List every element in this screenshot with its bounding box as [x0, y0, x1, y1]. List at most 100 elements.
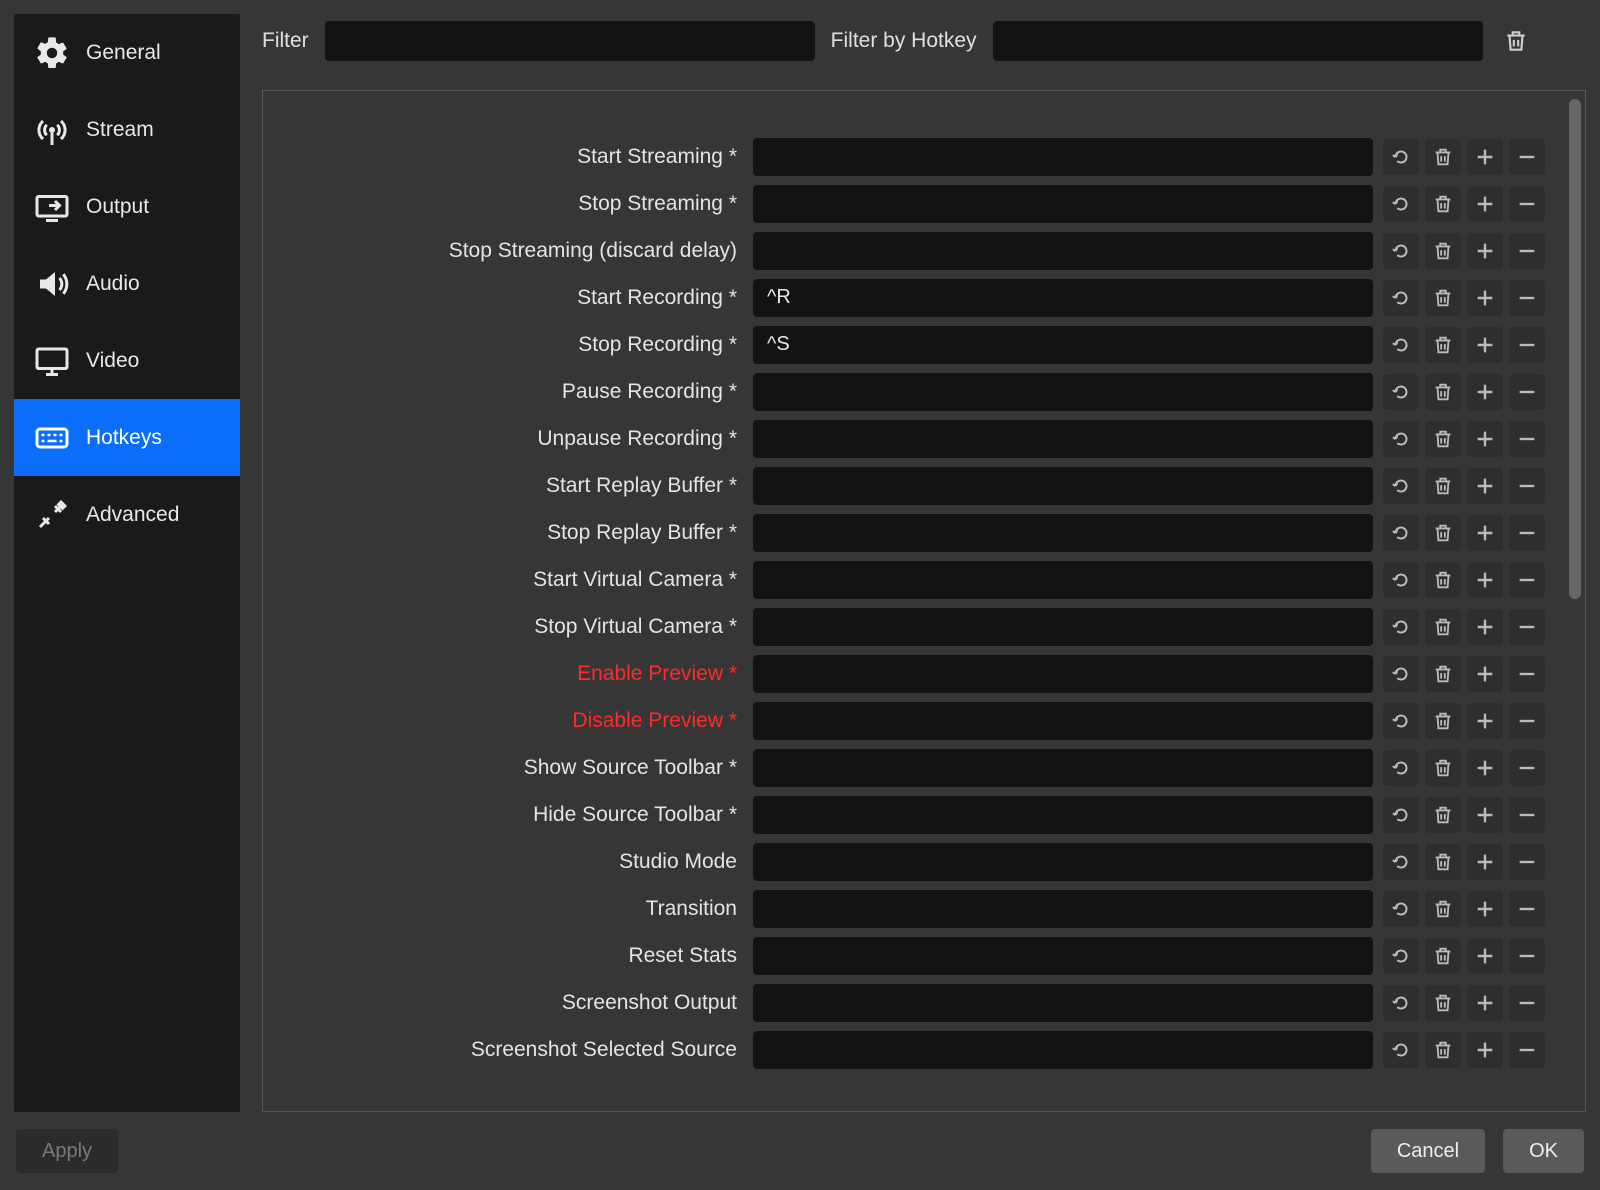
- filter-input[interactable]: [325, 21, 815, 61]
- hotkey-undo-button[interactable]: [1383, 515, 1419, 551]
- hotkey-undo-button[interactable]: [1383, 609, 1419, 645]
- hotkey-input[interactable]: [753, 937, 1373, 975]
- filter-by-hotkey-input[interactable]: [993, 21, 1483, 61]
- hotkey-undo-button[interactable]: [1383, 703, 1419, 739]
- sidebar-item-video[interactable]: Video: [14, 322, 240, 399]
- hotkey-undo-button[interactable]: [1383, 656, 1419, 692]
- cancel-button[interactable]: Cancel: [1371, 1129, 1485, 1173]
- hotkey-remove-button[interactable]: [1509, 327, 1545, 363]
- sidebar-item-output[interactable]: Output: [14, 168, 240, 245]
- hotkey-remove-button[interactable]: [1509, 609, 1545, 645]
- hotkey-input[interactable]: [753, 749, 1373, 787]
- hotkey-add-button[interactable]: [1467, 139, 1503, 175]
- hotkey-undo-button[interactable]: [1383, 891, 1419, 927]
- ok-button[interactable]: OK: [1503, 1129, 1584, 1173]
- hotkey-add-button[interactable]: [1467, 750, 1503, 786]
- hotkey-input[interactable]: [753, 185, 1373, 223]
- hotkey-clear-button[interactable]: [1425, 280, 1461, 316]
- hotkey-add-button[interactable]: [1467, 421, 1503, 457]
- hotkey-add-button[interactable]: [1467, 656, 1503, 692]
- hotkey-clear-button[interactable]: [1425, 421, 1461, 457]
- sidebar-item-advanced[interactable]: Advanced: [14, 476, 240, 553]
- hotkey-clear-button[interactable]: [1425, 938, 1461, 974]
- hotkey-input[interactable]: [753, 796, 1373, 834]
- hotkey-input[interactable]: [753, 655, 1373, 693]
- hotkey-add-button[interactable]: [1467, 891, 1503, 927]
- sidebar-item-hotkeys[interactable]: Hotkeys: [14, 399, 240, 476]
- hotkey-clear-button[interactable]: [1425, 327, 1461, 363]
- hotkey-clear-button[interactable]: [1425, 374, 1461, 410]
- hotkey-undo-button[interactable]: [1383, 186, 1419, 222]
- hotkey-add-button[interactable]: [1467, 515, 1503, 551]
- hotkey-add-button[interactable]: [1467, 985, 1503, 1021]
- hotkey-input[interactable]: [753, 279, 1373, 317]
- hotkey-input[interactable]: [753, 561, 1373, 599]
- hotkey-remove-button[interactable]: [1509, 797, 1545, 833]
- scrollbar-thumb[interactable]: [1569, 99, 1581, 599]
- hotkey-clear-button[interactable]: [1425, 515, 1461, 551]
- hotkey-clear-button[interactable]: [1425, 656, 1461, 692]
- hotkey-add-button[interactable]: [1467, 468, 1503, 504]
- hotkey-add-button[interactable]: [1467, 938, 1503, 974]
- hotkey-input[interactable]: [753, 984, 1373, 1022]
- hotkey-undo-button[interactable]: [1383, 468, 1419, 504]
- hotkey-clear-button[interactable]: [1425, 468, 1461, 504]
- hotkey-clear-button[interactable]: [1425, 139, 1461, 175]
- hotkey-undo-button[interactable]: [1383, 985, 1419, 1021]
- hotkey-input[interactable]: [753, 843, 1373, 881]
- hotkey-input[interactable]: [753, 138, 1373, 176]
- hotkey-undo-button[interactable]: [1383, 938, 1419, 974]
- hotkey-input[interactable]: [753, 467, 1373, 505]
- hotkey-clear-button[interactable]: [1425, 609, 1461, 645]
- hotkey-undo-button[interactable]: [1383, 233, 1419, 269]
- hotkey-remove-button[interactable]: [1509, 186, 1545, 222]
- hotkey-add-button[interactable]: [1467, 703, 1503, 739]
- hotkey-remove-button[interactable]: [1509, 1032, 1545, 1068]
- hotkey-remove-button[interactable]: [1509, 750, 1545, 786]
- hotkey-remove-button[interactable]: [1509, 985, 1545, 1021]
- hotkey-add-button[interactable]: [1467, 609, 1503, 645]
- hotkey-remove-button[interactable]: [1509, 139, 1545, 175]
- hotkey-undo-button[interactable]: [1383, 844, 1419, 880]
- hotkey-add-button[interactable]: [1467, 844, 1503, 880]
- hotkey-undo-button[interactable]: [1383, 139, 1419, 175]
- hotkey-add-button[interactable]: [1467, 186, 1503, 222]
- sidebar-item-general[interactable]: General: [14, 14, 240, 91]
- hotkey-undo-button[interactable]: [1383, 280, 1419, 316]
- hotkey-clear-button[interactable]: [1425, 985, 1461, 1021]
- hotkey-remove-button[interactable]: [1509, 233, 1545, 269]
- hotkey-add-button[interactable]: [1467, 327, 1503, 363]
- hotkey-remove-button[interactable]: [1509, 374, 1545, 410]
- sidebar-item-audio[interactable]: Audio: [14, 245, 240, 322]
- hotkey-remove-button[interactable]: [1509, 656, 1545, 692]
- hotkey-add-button[interactable]: [1467, 1032, 1503, 1068]
- hotkey-input[interactable]: [753, 1031, 1373, 1069]
- hotkey-clear-button[interactable]: [1425, 844, 1461, 880]
- hotkey-clear-button[interactable]: [1425, 1032, 1461, 1068]
- hotkey-clear-button[interactable]: [1425, 233, 1461, 269]
- hotkey-input[interactable]: [753, 420, 1373, 458]
- hotkey-remove-button[interactable]: [1509, 421, 1545, 457]
- hotkey-remove-button[interactable]: [1509, 515, 1545, 551]
- hotkey-undo-button[interactable]: [1383, 750, 1419, 786]
- hotkey-remove-button[interactable]: [1509, 938, 1545, 974]
- hotkey-remove-button[interactable]: [1509, 468, 1545, 504]
- hotkey-remove-button[interactable]: [1509, 844, 1545, 880]
- hotkey-input[interactable]: [753, 890, 1373, 928]
- hotkey-remove-button[interactable]: [1509, 280, 1545, 316]
- hotkey-clear-button[interactable]: [1425, 750, 1461, 786]
- hotkey-undo-button[interactable]: [1383, 797, 1419, 833]
- clear-filter-button[interactable]: [1499, 24, 1533, 58]
- apply-button[interactable]: Apply: [16, 1129, 118, 1173]
- hotkey-add-button[interactable]: [1467, 562, 1503, 598]
- hotkey-input[interactable]: [753, 702, 1373, 740]
- hotkey-input[interactable]: [753, 608, 1373, 646]
- hotkey-clear-button[interactable]: [1425, 186, 1461, 222]
- hotkey-remove-button[interactable]: [1509, 703, 1545, 739]
- sidebar-item-stream[interactable]: Stream: [14, 91, 240, 168]
- hotkey-add-button[interactable]: [1467, 280, 1503, 316]
- hotkey-undo-button[interactable]: [1383, 421, 1419, 457]
- hotkey-input[interactable]: [753, 514, 1373, 552]
- hotkey-add-button[interactable]: [1467, 374, 1503, 410]
- hotkey-input[interactable]: [753, 373, 1373, 411]
